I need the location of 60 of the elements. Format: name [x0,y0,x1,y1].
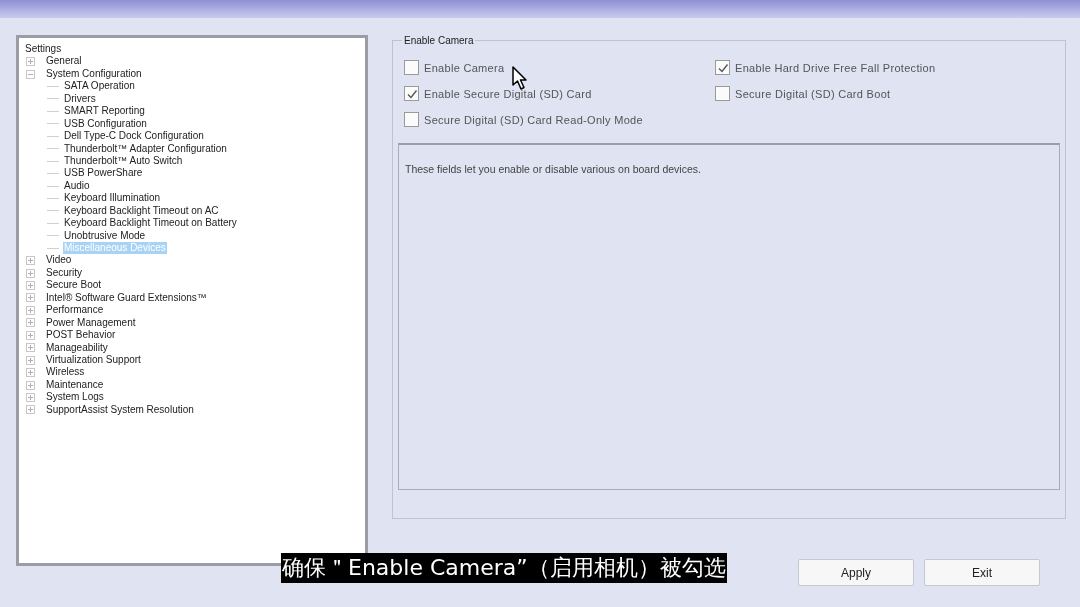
tree-item[interactable]: POST Behavior [45,329,117,342]
checkbox-label[interactable]: Enable Camera [424,61,505,74]
tree-item[interactable]: General [45,55,83,68]
expand-icon[interactable] [26,293,35,303]
tree-item[interactable]: Intel® Software Guard Extensions™ [45,291,208,305]
mouse-pointer-icon [512,66,528,90]
tree-item[interactable]: Wireless [45,366,86,379]
tree-item[interactable]: Keyboard Backlight Timeout on Battery [63,217,238,230]
checkbox-label[interactable]: Secure Digital (SD) Card Boot [735,87,891,100]
tree-item[interactable]: Drivers [63,92,97,106]
tree-item[interactable]: Unobtrusive Mode [63,229,147,243]
expand-icon[interactable] [26,281,35,291]
tree-item[interactable]: System Configuration [45,67,143,81]
tree-item[interactable]: Maintenance [45,378,105,392]
expand-icon[interactable] [26,330,35,340]
tree-item[interactable]: Keyboard Backlight Timeout on AC [63,204,220,218]
group-title: Enable Camera [403,35,475,46]
expand-icon[interactable] [26,305,35,315]
expand-icon[interactable] [26,368,35,378]
dialog-button[interactable]: Apply [798,559,914,586]
checkbox-label[interactable]: Secure Digital (SD) Card Read-Only Mode [424,113,643,126]
collapse-icon[interactable] [26,69,35,79]
expand-icon[interactable] [26,256,35,266]
tree-item[interactable]: Performance [45,304,105,317]
checkbox-label[interactable]: Enable Secure Digital (SD) Card [424,87,592,100]
dialog-button[interactable]: Exit [924,559,1040,586]
tree-item[interactable]: Thunderbolt™ Auto Switch [63,154,184,168]
tree-item[interactable]: Keyboard Illumination [63,192,162,205]
tree-root-label[interactable]: Settings [25,43,62,56]
tree-item[interactable]: System Logs [45,391,105,404]
checkbox[interactable] [404,112,419,127]
tree-item[interactable]: Video [45,254,73,267]
tree-item[interactable]: Virtualization Support [45,353,142,367]
checkbox-label[interactable]: Enable Hard Drive Free Fall Protection [735,61,936,74]
tree-item[interactable]: Dell Type-C Dock Configuration [63,130,205,143]
checkbox[interactable] [715,86,730,101]
expand-icon[interactable] [26,405,35,415]
checkbox[interactable] [715,60,730,75]
subtitle-caption: 确保＂Enable Camera”（启用相机）被勾选 [281,553,727,583]
tree-item[interactable]: Secure Boot [45,279,103,292]
checkbox[interactable] [404,86,419,101]
expand-icon[interactable] [26,355,35,365]
tree-item[interactable]: SupportAssist System Resolution [45,403,195,417]
tree-item[interactable]: Manageability [45,341,109,354]
tree-item[interactable]: Thunderbolt™ Adapter Configuration [63,142,228,155]
tree-item[interactable]: SMART Reporting [63,105,146,118]
description-text: These fields let you enable or disable various on board devices. [405,163,701,175]
tree-item[interactable]: Audio [63,179,91,193]
tree-item[interactable]: USB PowerShare [63,167,144,180]
expand-icon[interactable] [26,318,35,328]
tree-item[interactable]: Power Management [45,316,137,330]
expand-icon[interactable] [26,380,35,390]
tree-item[interactable]: SATA Operation [63,80,136,93]
expand-icon[interactable] [26,343,35,353]
tree-item[interactable]: Security [45,266,84,280]
expand-icon[interactable] [26,57,35,67]
expand-icon[interactable] [26,268,35,278]
checkbox[interactable] [404,60,419,75]
tree-item[interactable]: USB Configuration [63,117,148,131]
expand-icon[interactable] [26,393,35,402]
